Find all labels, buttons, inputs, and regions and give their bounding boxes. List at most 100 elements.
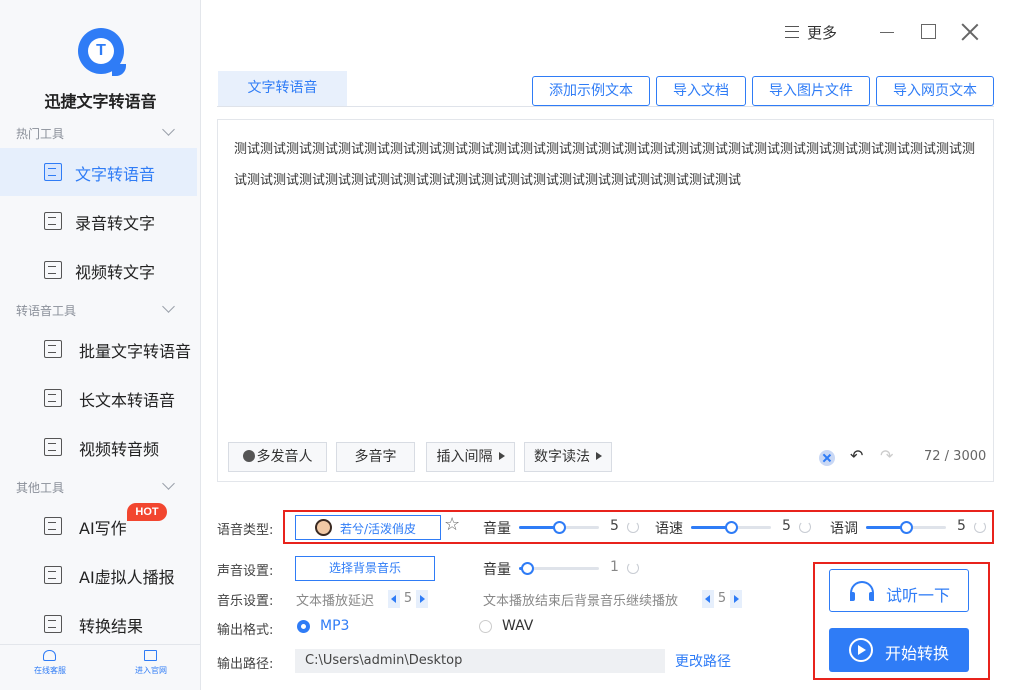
number-reading-button[interactable]: 数字读法 [524,442,612,472]
avatar [315,519,332,536]
reset-icon[interactable] [627,562,639,574]
continue-value: 5 [717,591,727,606]
sidebar-item-label: AI虚拟人播报 [79,568,175,587]
app-name: 迅捷文字转语音 [44,92,157,111]
chevron-down-icon[interactable] [162,477,175,490]
output-format-label: 输出格式: [217,623,274,638]
pitch-slider[interactable] [866,521,946,534]
online-support-button[interactable]: 在线客服 [20,650,80,680]
wav-label[interactable]: WAV [502,618,533,634]
multi-speaker-button[interactable]: 多发音人 [228,442,327,472]
slider-knob[interactable] [553,521,566,534]
app-logo-icon: T [78,28,126,76]
change-path-link[interactable]: 更改路径 [675,651,731,671]
slider-knob[interactable] [725,521,738,534]
close-icon[interactable] [961,23,979,41]
undo-icon[interactable]: ↶ [850,448,863,464]
output-path-field[interactable]: C:\Users\admin\Desktop [295,649,665,673]
sidebar-item-recording-to-text[interactable]: 录音转文字 [0,197,197,245]
reset-icon[interactable] [799,521,811,533]
online-support-label: 在线客服 [34,666,66,675]
volume-label: 音量 [483,521,511,537]
reset-icon[interactable] [627,521,639,533]
headset-icon [43,650,56,661]
insert-pause-button[interactable]: 插入间隔 [426,442,515,472]
sidebar-item-label: AI写作 [79,519,127,538]
sidebar-item-video-to-text[interactable]: 视频转文字 [0,246,197,294]
chevron-down-icon[interactable] [162,123,175,136]
official-site-button[interactable]: 进入官网 [121,650,181,680]
tab-text-to-speech[interactable]: 文字转语音 [218,71,347,106]
text-editor[interactable]: 测试测试测试测试测试测试测试测试测试测试测试测试测试测试测试测试测试测试测试测试… [217,119,994,482]
video-audio-icon [44,438,62,456]
wav-radio[interactable] [479,620,492,633]
number-reading-label: 数字读法 [534,449,590,465]
ai-writing-icon [44,517,62,535]
editor-text[interactable]: 测试测试测试测试测试测试测试测试测试测试测试测试测试测试测试测试测试测试测试测试… [234,134,984,196]
avatar-broadcast-icon [44,566,62,584]
sidebar-item-label: 视频转文字 [75,263,156,282]
sidebar-item-long-text-to-speech[interactable]: 长文本转语音 [0,374,197,422]
sidebar-item-label: 文字转语音 [75,165,156,184]
sidebar-item-video-to-audio[interactable]: 视频转音频 [0,423,197,471]
headphones-icon [850,581,874,601]
chevron-down-icon[interactable] [162,300,175,313]
volume-value: 5 [610,518,619,534]
star-icon[interactable]: ☆ [444,515,460,535]
sidebar-divider [0,644,200,645]
minimize-icon[interactable] [880,32,894,33]
sidebar-item-text-to-speech[interactable]: 文字转语音 [0,148,197,196]
add-sample-text-button[interactable]: 添加示例文本 [532,76,650,106]
select-bg-music-button[interactable]: 选择背景音乐 [295,556,435,581]
caret-right-icon [596,452,602,460]
text-to-speech-icon [44,163,62,181]
voice-name: 若兮/活泼俏皮 [340,522,417,536]
volume-slider[interactable] [519,521,599,534]
import-image-button[interactable]: 导入图片文件 [752,76,870,106]
slider-knob[interactable] [900,521,913,534]
continue-stepper[interactable]: 5 [702,590,742,608]
clear-text-icon[interactable] [819,450,835,466]
long-text-icon [44,389,62,407]
section-title-speech-tools: 转语音工具 [16,304,77,318]
sidebar-item-batch-text-to-speech[interactable]: 批量文字转语音 [0,325,197,373]
increment-icon[interactable] [730,590,742,608]
decrement-icon[interactable] [388,590,400,608]
speed-value: 5 [782,518,791,534]
preview-listen-button[interactable]: 试听一下 [829,569,969,612]
polyphone-button[interactable]: 多音字 [336,442,415,472]
slider-knob[interactable] [521,562,534,575]
voice-select-button[interactable]: 若兮/活泼俏皮 [295,515,441,540]
mp3-radio[interactable] [297,620,310,633]
caret-right-icon [498,452,505,460]
sidebar-item-ai-writing[interactable]: AI写作 [0,502,197,550]
bg-volume-slider[interactable] [519,562,599,575]
menu-icon [785,26,799,38]
start-convert-button[interactable]: 开始转换 [829,628,969,672]
more-label: 更多 [807,24,838,42]
bg-volume-label: 音量 [483,562,511,578]
maximize-icon[interactable] [921,24,936,39]
increment-icon[interactable] [416,590,428,608]
speed-label: 语速 [655,521,683,537]
import-document-button[interactable]: 导入文档 [656,76,746,106]
person-icon [242,450,255,462]
monitor-icon [144,650,157,661]
insert-pause-label: 插入间隔 [436,449,493,465]
sidebar-item-results[interactable]: 转换结果 [0,600,197,648]
redo-icon[interactable]: ↷ [880,448,893,464]
sidebar-item-label: 录音转文字 [75,214,156,233]
import-webpage-button[interactable]: 导入网页文本 [876,76,994,106]
section-title-hot-tools: 热门工具 [16,127,65,141]
sidebar-item-ai-avatar[interactable]: AI虚拟人播报 [0,551,197,599]
official-site-label: 进入官网 [135,666,167,675]
continue-label: 文本播放结束后背景音乐继续播放 [483,594,679,609]
recording-icon [44,212,62,230]
mp3-label[interactable]: MP3 [320,618,349,634]
sidebar-item-label: 批量文字转语音 [79,342,192,361]
reset-icon[interactable] [974,521,986,533]
hot-badge: HOT [127,503,167,521]
delay-stepper[interactable]: 5 [388,590,428,608]
speed-slider[interactable] [691,521,771,534]
decrement-icon[interactable] [702,590,714,608]
